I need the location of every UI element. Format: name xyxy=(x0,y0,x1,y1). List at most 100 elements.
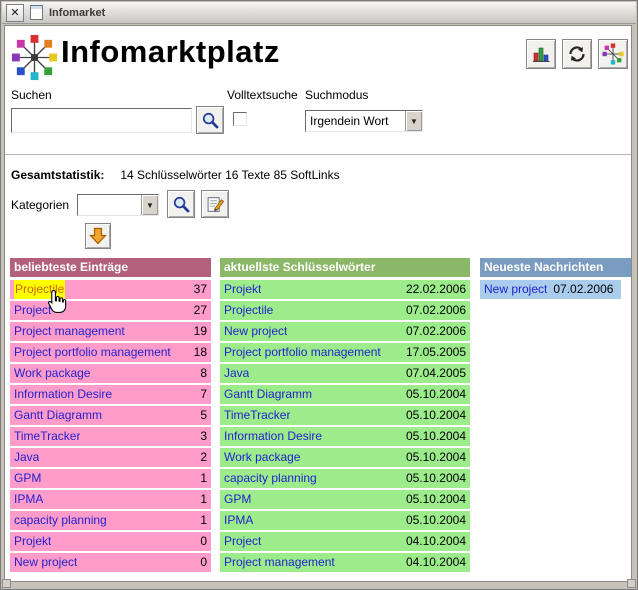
entry-date: 07.04.2005 xyxy=(406,364,466,383)
fulltext-checkbox[interactable] xyxy=(233,112,247,126)
entry-link[interactable]: TimeTracker xyxy=(224,406,290,425)
search-mode-label: Suchmodus xyxy=(305,88,368,102)
infomarket-logo-icon xyxy=(10,33,59,82)
list-item: Work package8 xyxy=(10,364,211,383)
entry-link[interactable]: Project management xyxy=(14,322,125,341)
edit-note-icon xyxy=(206,195,225,214)
entry-link[interactable]: Project xyxy=(14,301,51,320)
entry-link[interactable]: GPM xyxy=(14,469,41,488)
categories-edit-button[interactable] xyxy=(201,190,229,218)
entry-link[interactable]: GPM xyxy=(224,490,251,509)
entry-link[interactable]: capacity planning xyxy=(224,469,317,488)
entry-count: 37 xyxy=(194,280,207,299)
entry-link[interactable]: Information Desire xyxy=(224,427,322,446)
bar-chart-icon xyxy=(531,44,551,64)
entry-link[interactable]: IPMA xyxy=(14,490,43,509)
entry-count: 1 xyxy=(200,469,207,488)
entry-link[interactable]: Java xyxy=(224,364,249,383)
entry-link[interactable]: Project management xyxy=(224,553,335,572)
entry-link[interactable]: Projekt xyxy=(14,532,51,551)
list-item: Project portfolio management 18 xyxy=(10,343,211,362)
popular-list: Projectile37Project27Project management1… xyxy=(10,280,211,572)
entry-count: 27 xyxy=(194,301,207,320)
list-item: New project 0 xyxy=(10,553,211,572)
list-item: Projekt22.02.2006 xyxy=(220,280,470,299)
window-title: Infomarket xyxy=(49,7,105,19)
magnifier-icon xyxy=(201,111,220,130)
entry-date: 07.02.2006 xyxy=(553,280,613,299)
entry-count: 7 xyxy=(200,385,207,404)
statistics-button[interactable] xyxy=(526,39,556,69)
entry-date: 04.10.2004 xyxy=(406,532,466,551)
entry-link[interactable]: Information Desire xyxy=(14,385,112,404)
entry-date: 07.02.2006 xyxy=(406,301,466,320)
list-item: capacity planning05.10.2004 xyxy=(220,469,470,488)
entry-link[interactable]: Project xyxy=(224,532,261,551)
entry-date: 04.10.2004 xyxy=(406,553,466,572)
search-mode-select[interactable]: Irgendein Wort ▼ xyxy=(305,110,423,132)
list-item: Project management 04.10.2004 xyxy=(220,553,470,572)
entry-count: 2 xyxy=(200,448,207,467)
entry-count: 18 xyxy=(194,343,207,362)
list-item: Java 2 xyxy=(10,448,211,467)
list-item: GPM 1 xyxy=(10,469,211,488)
app-icon xyxy=(30,5,43,20)
list-item: Information Desire 7 xyxy=(10,385,211,404)
column-header-popular: beliebteste Einträge xyxy=(10,258,211,277)
entry-date: 05.10.2004 xyxy=(406,427,466,446)
entry-date: 17.05.2005 xyxy=(406,343,466,362)
expand-down-button[interactable] xyxy=(85,223,111,249)
entry-link[interactable]: Project portfolio management xyxy=(224,343,381,362)
entry-date: 05.10.2004 xyxy=(406,406,466,425)
news-list: New project 07.02.2006 xyxy=(480,280,631,301)
stats-value: 14 Schlüsselwörter 16 Texte 85 SoftLinks xyxy=(120,168,339,182)
entry-link[interactable]: Projekt xyxy=(224,280,261,299)
main-content: Infomarktplatz xyxy=(4,25,632,582)
list-item: Java 07.04.2005 xyxy=(220,364,470,383)
entry-link[interactable]: New project xyxy=(224,322,287,341)
list-item: Project 04.10.2004 xyxy=(220,532,470,551)
entry-link[interactable]: Gantt Diagramm xyxy=(224,385,312,404)
entry-date: 05.10.2004 xyxy=(406,490,466,509)
categories-value xyxy=(78,195,141,215)
infomarket-button[interactable] xyxy=(598,39,628,69)
entry-count: 3 xyxy=(200,427,207,446)
entry-link[interactable]: TimeTracker xyxy=(14,427,80,446)
entry-link[interactable]: capacity planning xyxy=(14,511,107,530)
recent-keywords-column: aktuellste Schlüsselwörter Projekt22.02.… xyxy=(220,258,470,574)
column-header-keywords: aktuellste Schlüsselwörter xyxy=(220,258,470,277)
list-item: Projekt 0 xyxy=(10,532,211,551)
entry-link[interactable]: Project portfolio management xyxy=(14,343,171,362)
header-toolbar xyxy=(526,39,628,69)
entry-link[interactable]: IPMA xyxy=(224,511,253,530)
categories-select[interactable]: ▼ xyxy=(77,194,159,216)
refresh-button[interactable] xyxy=(562,39,592,69)
entry-link[interactable]: Projectile xyxy=(224,301,273,320)
list-item: Information Desire 05.10.2004 xyxy=(220,427,470,446)
close-button[interactable]: ✕ xyxy=(6,4,24,22)
entry-link[interactable]: New project xyxy=(484,280,547,299)
search-input[interactable] xyxy=(11,108,192,133)
list-item: Project 27 xyxy=(10,301,211,320)
entry-link[interactable]: Work package xyxy=(224,448,300,467)
search-button[interactable] xyxy=(196,106,224,134)
entry-count: 1 xyxy=(200,511,207,530)
categories-search-button[interactable] xyxy=(167,190,195,218)
entry-link[interactable]: Gantt Diagramm xyxy=(14,406,102,425)
entry-count: 0 xyxy=(200,553,207,572)
entry-link[interactable]: New project xyxy=(14,553,77,572)
resize-grip-left[interactable] xyxy=(2,579,11,588)
stats-label: Gesamtstatistik: xyxy=(11,168,104,182)
keywords-list: Projekt22.02.2006 Projectile 07.02.2006 New… xyxy=(220,280,470,572)
window-titlebar[interactable]: ✕ Infomarket xyxy=(2,2,636,24)
entry-count: 0 xyxy=(200,532,207,551)
list-item: Work package05.10.2004 xyxy=(220,448,470,467)
entry-link[interactable]: Java xyxy=(14,448,39,467)
list-item: New project07.02.2006 xyxy=(220,322,470,341)
resize-grip-right[interactable] xyxy=(627,579,636,588)
list-item: Project management19 xyxy=(10,322,211,341)
list-item: GPM 05.10.2004 xyxy=(220,490,470,509)
search-label: Suchen xyxy=(11,88,52,102)
entry-link[interactable]: Work package xyxy=(14,364,90,383)
entry-link[interactable]: Projectile xyxy=(14,280,65,299)
